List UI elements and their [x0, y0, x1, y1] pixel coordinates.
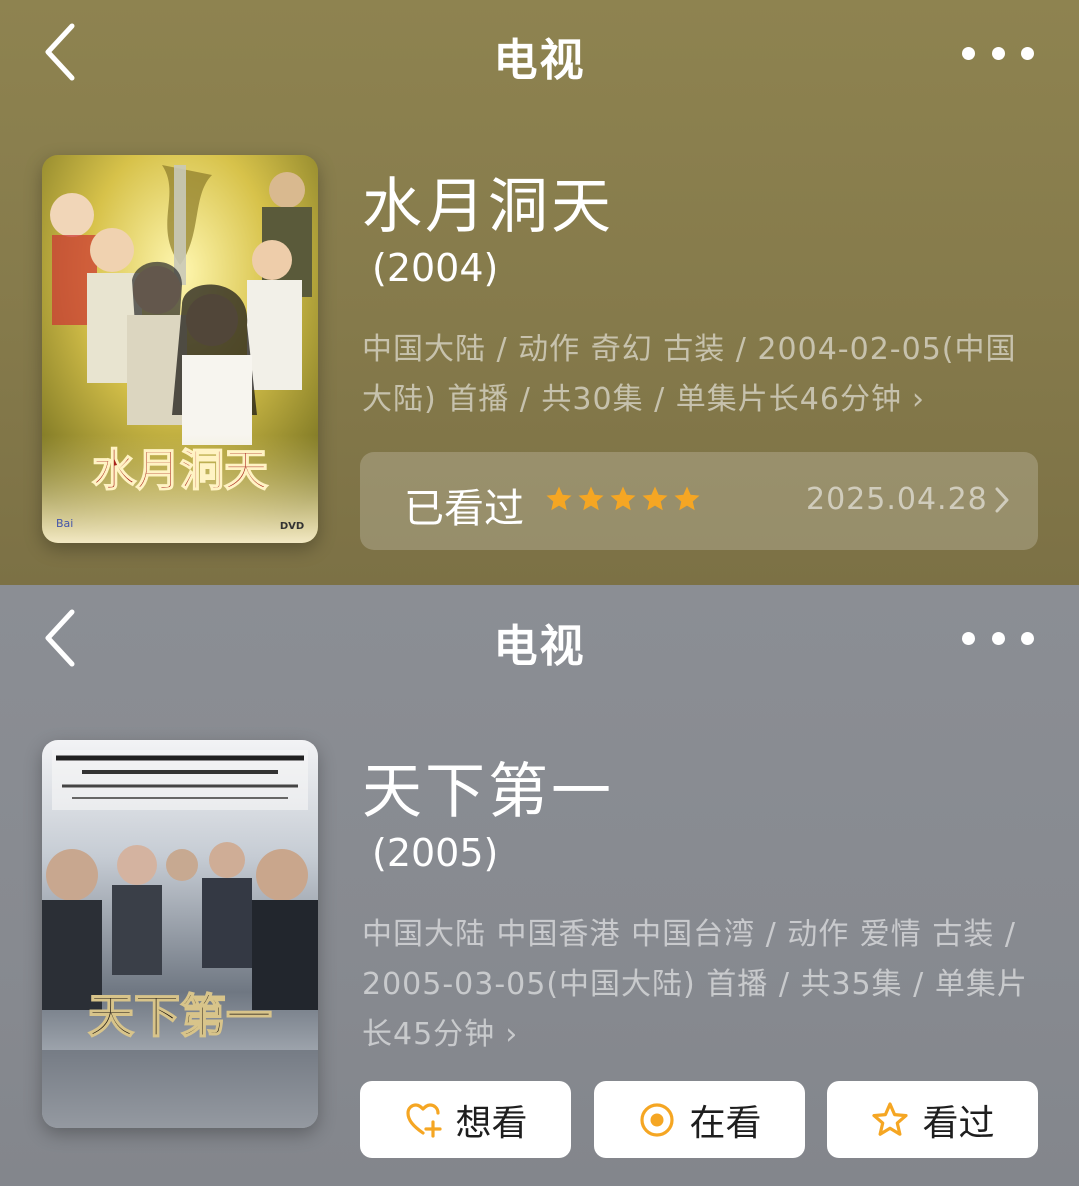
want-to-watch-label: 想看 [455, 1102, 528, 1144]
watched-button[interactable]: 看过 [827, 1081, 1038, 1158]
show-title: 天下第一 [362, 757, 614, 827]
want-to-watch-button[interactable]: 想看 [360, 1081, 571, 1158]
poster-title-art: 天下第一 [88, 989, 272, 1043]
poster-image: 天下第一 [42, 740, 318, 1128]
show-year: (2005) [372, 831, 499, 875]
show-meta[interactable]: 中国大陆 / 动作 奇幻 古装 / 2004-02-05(中国大陆) 首播 / … [362, 325, 1042, 425]
rating-stars [544, 484, 702, 514]
poster-title-art: 水月洞天 [92, 445, 268, 496]
target-circle-icon [640, 1102, 675, 1137]
chevron-right-icon [995, 487, 1009, 513]
svg-text:DVD: DVD [280, 521, 304, 532]
svg-text:Bai: Bai [56, 517, 73, 530]
show-poster[interactable]: 水月洞天 Bai DVD [42, 155, 318, 543]
watching-button[interactable]: 在看 [594, 1081, 805, 1158]
star-filled-icon [642, 486, 668, 511]
star-filled-icon [674, 486, 700, 511]
star-filled-icon [610, 486, 636, 511]
star-outline-icon [872, 1101, 909, 1136]
chevron-right-icon: › [505, 1017, 519, 1052]
watched-date: 2025.04.28 [806, 482, 988, 517]
poster-image: 水月洞天 Bai DVD [42, 155, 318, 543]
show-meta-text: 中国大陆 中国香港 中国台湾 / 动作 爱情 古装 / 2005-03-05(中… [362, 917, 1028, 1052]
show-detail-panel-shuiyuedongtian: 电视 水月洞天 Bai DVD 水月洞天 (2004) 中国大陆 / 动作 奇幻… [0, 0, 1079, 585]
show-year: (2004) [372, 246, 499, 290]
heart-plus-icon [406, 1102, 443, 1138]
show-detail-panel-tianxiadiyi: 电视 天下第一 天下第一 (2005) 中国大陆 中国香港 中国台湾 / 动作 … [0, 585, 1079, 1186]
show-meta[interactable]: 中国大陆 中国香港 中国台湾 / 动作 爱情 古装 / 2005-03-05(中… [362, 910, 1042, 1060]
more-dots-icon [962, 46, 975, 60]
more-dots-icon [962, 631, 975, 645]
show-title: 水月洞天 [362, 172, 614, 242]
watched-status-bar[interactable]: 已看过 2025.04.28 [360, 452, 1038, 550]
star-filled-icon [578, 486, 604, 511]
show-poster[interactable]: 天下第一 [42, 740, 318, 1128]
star-filled-icon [546, 486, 572, 511]
watched-label: 已看过 [404, 486, 524, 532]
more-options-button[interactable] [962, 623, 1034, 653]
chevron-right-icon: › [911, 382, 925, 417]
watched-label: 看过 [922, 1102, 995, 1144]
watching-label: 在看 [689, 1102, 762, 1144]
more-options-button[interactable] [962, 38, 1034, 68]
nav-title: 电视 [493, 35, 586, 86]
nav-title: 电视 [493, 621, 586, 672]
